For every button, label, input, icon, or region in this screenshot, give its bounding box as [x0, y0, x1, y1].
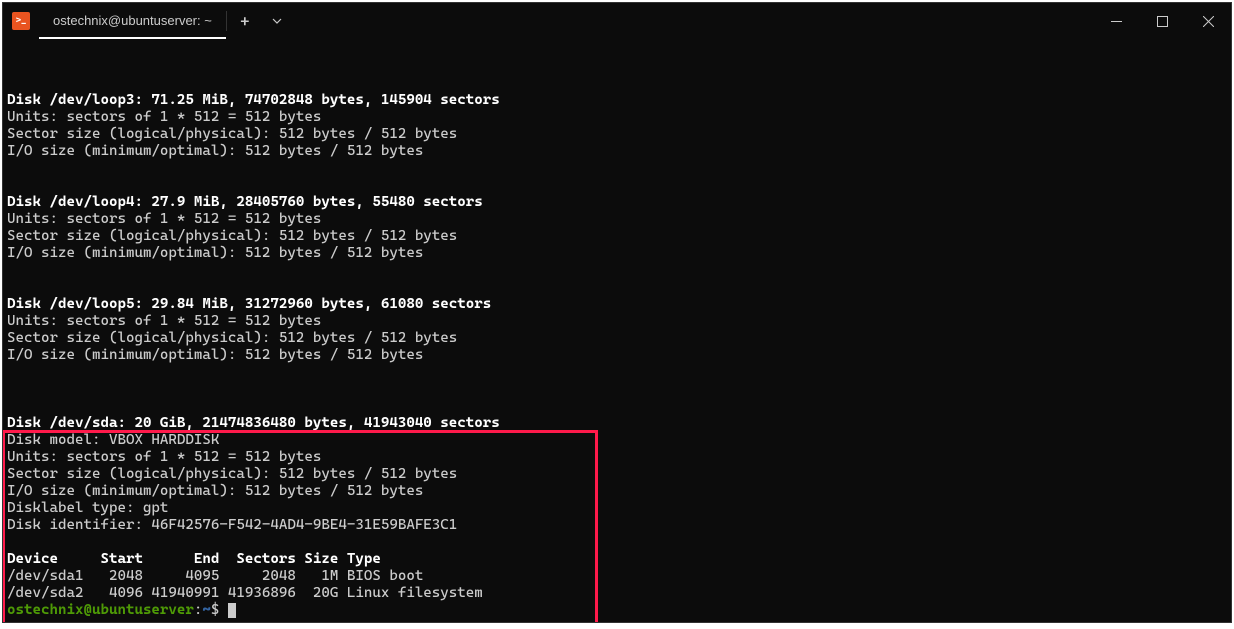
close-button[interactable]: [1185, 3, 1231, 39]
prompt-user: ostechnix@ubuntuserver: [7, 602, 194, 618]
scrollbar[interactable]: [1219, 39, 1231, 622]
disk-line: I/O size (minimum/optimal): 512 bytes / …: [7, 143, 423, 159]
maximize-button[interactable]: [1139, 3, 1185, 39]
blank-line: [7, 262, 16, 278]
disk-line: Units: sectors of 1 * 512 = 512 bytes: [7, 449, 321, 465]
ubuntu-icon: >_: [12, 12, 30, 30]
blank-line: [7, 177, 16, 193]
tab-title: ostechnix@ubuntuserver: ~: [53, 13, 212, 28]
cursor: [228, 603, 236, 618]
blank-line: [7, 58, 16, 74]
disk-line: Sector size (logical/physical): 512 byte…: [7, 126, 457, 142]
minimize-button[interactable]: [1093, 3, 1139, 39]
disk-header: Disk /dev/loop4: 27.9 MiB, 28405760 byte…: [7, 194, 483, 210]
titlebar: >_ ostechnix@ubuntuserver: ~ +: [3, 3, 1231, 39]
prompt-line: ostechnix@ubuntuserver:~$: [7, 602, 236, 618]
partition-row: /dev/sda1 2048 4095 2048 1M BIOS boot: [7, 568, 423, 584]
disk-line: Units: sectors of 1 * 512 = 512 bytes: [7, 211, 321, 227]
new-tab-button[interactable]: +: [227, 3, 263, 39]
titlebar-drag-area[interactable]: [291, 3, 1093, 39]
blank-line: [7, 381, 16, 397]
blank-line: [7, 75, 16, 91]
disk-header: Disk /dev/loop5: 29.84 MiB, 31272960 byt…: [7, 296, 491, 312]
disk-line: I/O size (minimum/optimal): 512 bytes / …: [7, 483, 423, 499]
disk-line: Units: sectors of 1 * 512 = 512 bytes: [7, 109, 321, 125]
blank-line: [7, 364, 16, 380]
partition-table-header: Device Start End Sectors Size Type: [7, 551, 381, 567]
disk-line: I/O size (minimum/optimal): 512 bytes / …: [7, 347, 423, 363]
disk-line: Sector size (logical/physical): 512 byte…: [7, 228, 457, 244]
blank-line: [7, 534, 16, 550]
prompt-dollar: $: [211, 602, 228, 618]
tab-dropdown-button[interactable]: [263, 3, 291, 39]
blank-line: [7, 398, 16, 414]
terminal-body[interactable]: Disk /dev/loop3: 71.25 MiB, 74702848 byt…: [3, 39, 1231, 622]
terminal-window: >_ ostechnix@ubuntuserver: ~ + Disk /dev…: [2, 2, 1232, 623]
disk-line: Sector size (logical/physical): 512 byte…: [7, 466, 457, 482]
tab-app-icon: >_: [3, 3, 39, 39]
blank-line: [7, 160, 16, 176]
disk-line: Disklabel type: gpt: [7, 500, 168, 516]
disk-line: Disk model: VBOX HARDDISK: [7, 432, 219, 448]
disk-line: Units: sectors of 1 * 512 = 512 bytes: [7, 313, 321, 329]
disk-line: I/O size (minimum/optimal): 512 bytes / …: [7, 245, 423, 261]
blank-line: [7, 279, 16, 295]
disk-line: Sector size (logical/physical): 512 byte…: [7, 330, 457, 346]
disk-header: Disk /dev/loop3: 71.25 MiB, 74702848 byt…: [7, 92, 500, 108]
disk-header: Disk /dev/sda: 20 GiB, 21474836480 bytes…: [7, 415, 500, 431]
disk-line: Disk identifier: 46F42576-F542-4AD4-9BE4…: [7, 517, 457, 533]
terminal-tab[interactable]: ostechnix@ubuntuserver: ~: [39, 3, 226, 39]
partition-row: /dev/sda2 4096 41940991 41936896 20G Lin…: [7, 585, 483, 601]
prompt-path: ~: [202, 602, 211, 618]
